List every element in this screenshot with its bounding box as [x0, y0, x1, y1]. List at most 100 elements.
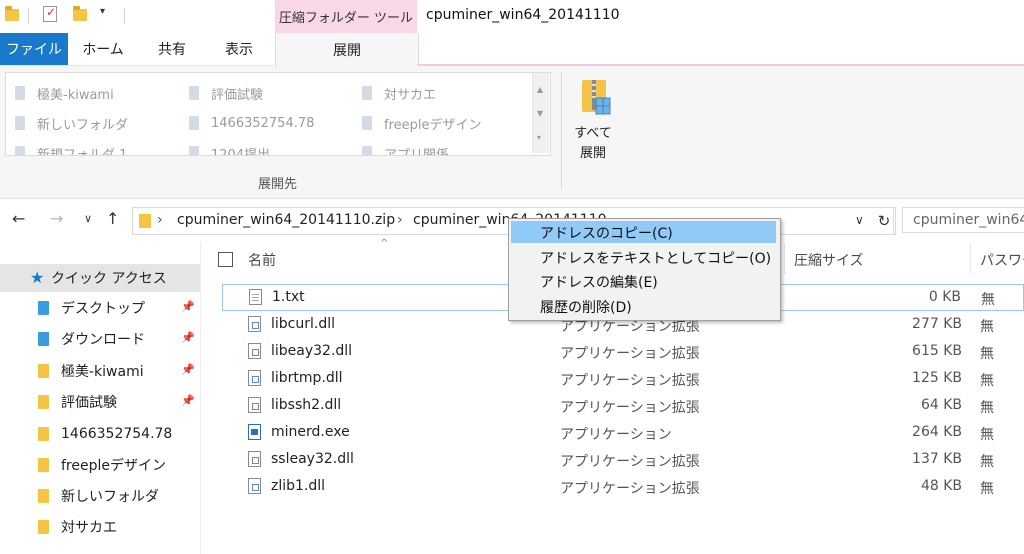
file-size: 615 KB	[912, 343, 962, 359]
file-row[interactable]: libssh2.dll アプリケーション拡張 64 KB 無	[222, 393, 1024, 420]
text-file-icon	[249, 289, 262, 305]
destination-item[interactable]: freepleデザイン	[362, 113, 482, 133]
destination-item[interactable]: 極美-kiwami	[15, 83, 114, 103]
extract-all-button[interactable]: すべて 展開	[568, 124, 618, 164]
extract-all-icon[interactable]	[580, 78, 612, 120]
compressed-folder-tools-header: 圧縮フォルダー ツール	[275, 0, 417, 33]
breadcrumb-separator[interactable]: ›	[157, 212, 163, 228]
dll-file-icon	[248, 370, 261, 386]
nav-item-label: 対サカエ	[61, 520, 117, 536]
customize-quick-access-icon[interactable]: ▾	[100, 6, 105, 17]
window-title: cpuminer_win64_20141110	[426, 7, 620, 23]
menu-item-copy-address-as-text[interactable]: アドレスをテキストとしてコピー(O)	[511, 246, 776, 268]
file-type: アプリケーション拡張	[560, 373, 700, 389]
file-row[interactable]: zlib1.dll アプリケーション拡張 48 KB 無	[222, 474, 1024, 501]
file-password: 無	[980, 454, 994, 470]
folder-icon	[15, 116, 25, 130]
address-dropdown-chevron-icon[interactable]: ∨	[855, 213, 864, 227]
menu-item-edit-address[interactable]: アドレスの編集(E)	[511, 270, 776, 292]
folder-icon	[362, 86, 372, 100]
file-name: minerd.exe	[271, 424, 350, 440]
scroll-up-icon[interactable]: ▲	[537, 85, 543, 94]
pin-icon[interactable]: 📌	[181, 300, 195, 313]
file-row[interactable]: ssleay32.dll アプリケーション拡張 137 KB 無	[222, 447, 1024, 474]
destination-scrollbar[interactable]: ▲ ▼ ▾	[532, 73, 549, 153]
file-size: 125 KB	[912, 370, 962, 386]
pin-icon[interactable]: 📌	[181, 363, 195, 376]
nav-item-evaluation[interactable]: 評価試験 📌	[0, 388, 200, 416]
folder-icon	[38, 458, 49, 472]
column-header-password[interactable]: パスワー	[980, 250, 1024, 270]
file-size: 48 KB	[920, 478, 962, 494]
nav-item-folder[interactable]: freepleデザイン	[0, 451, 200, 479]
star-icon: ★	[30, 268, 45, 287]
destination-item[interactable]: 1204提出	[189, 143, 270, 155]
properties-icon[interactable]: ✓	[43, 5, 57, 22]
search-input[interactable]: cpuminer_win64_	[902, 207, 1024, 233]
nav-quick-access-label: クイック アクセス	[51, 271, 167, 287]
recent-locations-chevron-icon[interactable]: ∨	[84, 212, 92, 225]
file-row[interactable]: libeay32.dll アプリケーション拡張 615 KB 無	[222, 339, 1024, 366]
folder-icon	[38, 427, 49, 441]
column-divider[interactable]	[970, 244, 971, 274]
destination-item[interactable]: 評価試験	[189, 83, 263, 103]
tab-home[interactable]: ホーム	[72, 33, 134, 65]
up-arrow-icon[interactable]: ↑	[106, 209, 119, 228]
breadcrumb-zip[interactable]: cpuminer_win64_20141110.zip	[177, 212, 395, 228]
folder-icon	[5, 6, 19, 21]
menu-item-copy-address[interactable]: アドレスのコピー(C)	[511, 221, 776, 243]
destination-item[interactable]: 新しいフォルダ	[15, 113, 128, 133]
folder-icon	[139, 214, 151, 228]
folder-icon	[362, 146, 372, 155]
destination-item[interactable]: 新規フォルダ 1	[15, 143, 127, 155]
new-folder-icon[interactable]	[73, 6, 87, 21]
tab-file[interactable]: ファイル	[0, 33, 68, 65]
nav-item-desktop[interactable]: デスクトップ 📌	[0, 294, 200, 322]
breadcrumb-separator[interactable]: ›	[397, 212, 403, 228]
folder-icon	[38, 520, 49, 534]
nav-item-kiwami[interactable]: 極美-kiwami 📌	[0, 357, 200, 385]
destination-item[interactable]: アプリ関係	[362, 143, 449, 155]
nav-item-downloads[interactable]: ダウンロード 📌	[0, 325, 200, 353]
pin-icon[interactable]: 📌	[181, 331, 195, 344]
tab-share[interactable]: 共有	[140, 33, 204, 65]
nav-item-folder[interactable]: 対サカエ	[0, 513, 200, 541]
file-name: libssh2.dll	[271, 397, 342, 413]
select-all-checkbox[interactable]	[218, 252, 233, 267]
folder-icon	[38, 395, 49, 409]
file-size: 277 KB	[912, 316, 962, 332]
scroll-down-icon[interactable]: ▼	[537, 109, 543, 118]
dll-file-icon	[248, 451, 261, 467]
folder-icon	[189, 146, 199, 155]
dll-file-icon	[248, 397, 261, 413]
column-header-compressed-size[interactable]: 圧縮サイズ	[794, 250, 864, 270]
back-arrow-icon[interactable]: ←	[12, 209, 25, 228]
destination-item[interactable]: 1466352754.78	[189, 113, 314, 133]
file-name: libeay32.dll	[271, 343, 353, 359]
pin-icon[interactable]: 📌	[181, 394, 195, 407]
menu-item-label: 履歴の削除(D)	[540, 300, 632, 316]
column-divider[interactable]	[784, 244, 785, 274]
gallery-expand-icon[interactable]: ▾	[537, 133, 541, 142]
nav-item-label: freepleデザイン	[61, 458, 166, 474]
folder-icon	[15, 146, 25, 155]
downloads-folder-icon	[38, 332, 49, 346]
tab-extract[interactable]: 展開	[275, 33, 419, 66]
file-name: libcurl.dll	[271, 316, 335, 332]
nav-item-label: 評価試験	[61, 395, 117, 411]
file-name: zlib1.dll	[271, 478, 326, 494]
file-row[interactable]: minerd.exe アプリケーション 264 KB 無	[222, 420, 1024, 447]
file-type: アプリケーション拡張	[560, 481, 700, 497]
column-header-name[interactable]: 名前	[248, 250, 276, 270]
nav-quick-access[interactable]: ★ クイック アクセス	[0, 264, 200, 292]
nav-item-folder[interactable]: 新しいフォルダ	[0, 482, 200, 510]
menu-item-delete-history[interactable]: 履歴の削除(D)	[511, 295, 776, 317]
tab-view[interactable]: 表示	[208, 33, 270, 65]
forward-arrow-icon[interactable]: →	[50, 209, 63, 228]
refresh-icon[interactable]: ↻	[873, 207, 896, 235]
destination-item[interactable]: 対サカエ	[362, 83, 436, 103]
destination-gallery: 極美-kiwami 評価試験 対サカエ 新しいフォルダ 1466352754.7…	[5, 72, 551, 156]
file-row[interactable]: librtmp.dll アプリケーション拡張 125 KB 無	[222, 366, 1024, 393]
nav-item-folder[interactable]: 1466352754.78	[0, 420, 200, 448]
file-password: 無	[980, 481, 994, 497]
